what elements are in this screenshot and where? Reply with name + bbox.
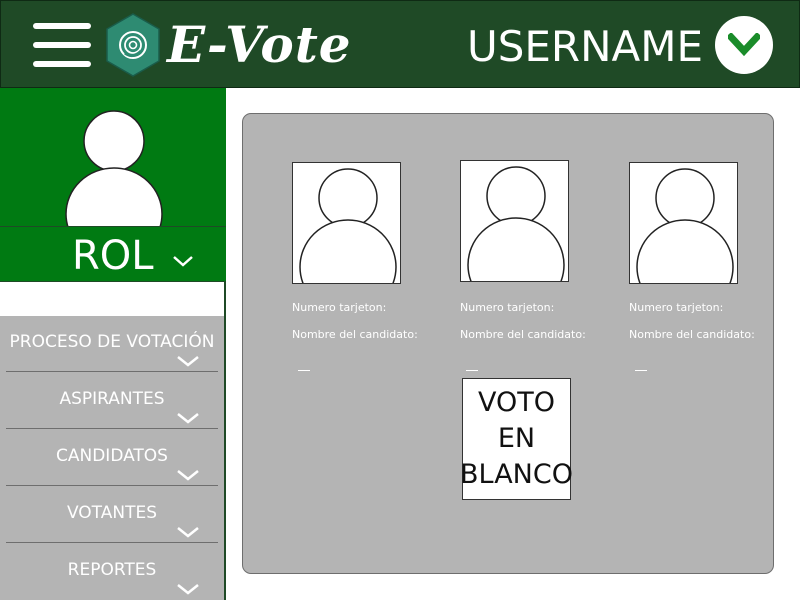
chevron-down-icon: [177, 356, 199, 367]
sidebar: ROL PROCESO DE VOTACIÓN ASPIRANTES CANDI…: [0, 88, 226, 600]
fingerprint-logo-icon: [106, 13, 160, 77]
hamburger-bar: [33, 61, 91, 67]
candidate-name-label: Nombre del candidato:: [292, 328, 418, 341]
candidate-number-label: Numero tarjeton:: [629, 301, 724, 314]
sidebar-item-label: REPORTES: [67, 560, 157, 580]
profile-panel: [0, 88, 226, 228]
chevron-down-icon: [728, 33, 760, 57]
sidebar-item-reportes[interactable]: REPORTES: [6, 544, 218, 600]
candidate-card-2[interactable]: [460, 160, 569, 282]
blank-vote-line: EN: [497, 423, 536, 454]
user-dropdown-button[interactable]: [715, 16, 773, 74]
divider: [298, 370, 310, 371]
candidate-avatar-icon: [467, 166, 565, 281]
blank-vote-line: VOTO: [478, 387, 555, 418]
sidebar-item-label: VOTANTES: [66, 503, 158, 523]
candidate-avatar-icon: [299, 168, 397, 283]
sidebar-item-label: ASPIRANTES: [59, 389, 165, 409]
candidate-number-label: Numero tarjeton:: [292, 301, 387, 314]
top-header: E-Vote USERNAME: [0, 0, 800, 88]
candidate-number-label: Numero tarjeton:: [460, 301, 555, 314]
candidate-avatar-icon: [636, 168, 734, 283]
avatar-icon: [65, 110, 163, 228]
app-brand: E-Vote: [167, 15, 352, 74]
blank-vote-button[interactable]: VOTO EN BLANCO: [460, 378, 573, 500]
sidebar-item-proceso-votacion[interactable]: PROCESO DE VOTACIÓN: [6, 316, 218, 372]
chevron-down-icon: [173, 256, 193, 267]
divider: [466, 370, 478, 371]
chevron-down-icon: [177, 527, 199, 538]
sidebar-item-votantes[interactable]: VOTANTES: [6, 487, 218, 543]
chevron-down-icon: [177, 470, 199, 481]
hamburger-bar: [33, 23, 91, 29]
chevron-down-icon: [177, 584, 199, 595]
sidebar-item-aspirantes[interactable]: ASPIRANTES: [6, 373, 218, 429]
divider: [635, 370, 647, 371]
blank-vote-line: BLANCO: [460, 459, 573, 490]
candidate-card-1[interactable]: [292, 162, 401, 284]
hamburger-menu-icon[interactable]: [33, 23, 91, 67]
role-label: ROL: [72, 233, 154, 279]
role-selector[interactable]: ROL: [0, 226, 226, 282]
username-label[interactable]: USERNAME: [467, 19, 703, 75]
candidate-card-3[interactable]: [629, 162, 738, 284]
candidate-name-label: Nombre del candidato:: [629, 328, 755, 341]
sidebar-menu: PROCESO DE VOTACIÓN ASPIRANTES CANDIDATO…: [0, 316, 224, 600]
sidebar-item-label: CANDIDATOS: [56, 446, 168, 466]
sidebar-item-candidatos[interactable]: CANDIDATOS: [6, 430, 218, 486]
ballot-panel: Numero tarjeton: Nombre del candidato: N…: [242, 113, 774, 574]
chevron-down-icon: [177, 413, 199, 424]
candidate-name-label: Nombre del candidato:: [460, 328, 586, 341]
sidebar-item-label: PROCESO DE VOTACIÓN: [9, 332, 215, 352]
hamburger-bar: [33, 42, 91, 48]
